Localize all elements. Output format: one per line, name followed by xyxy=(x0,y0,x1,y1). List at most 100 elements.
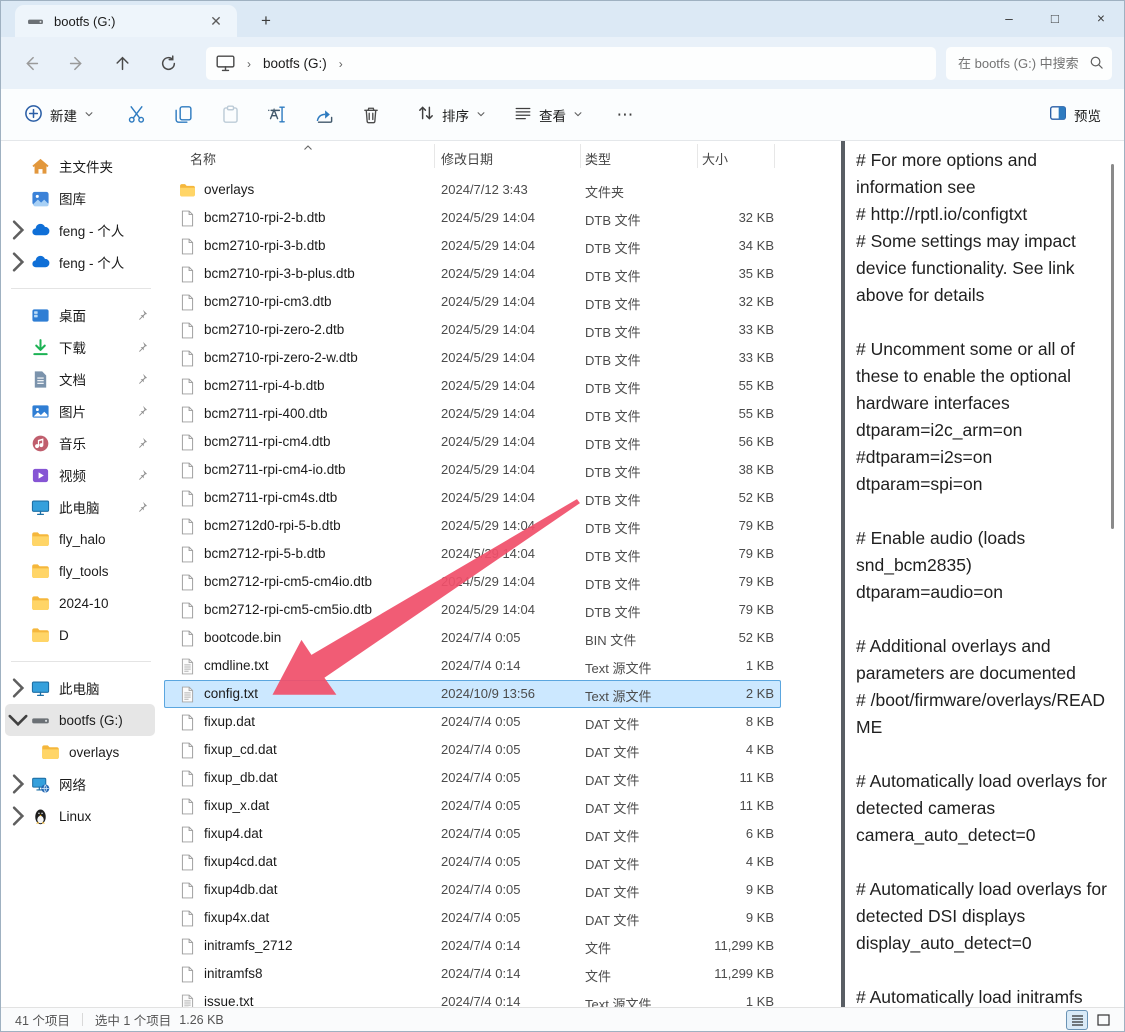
column-separator[interactable] xyxy=(580,144,581,168)
file-row[interactable]: bcm2711-rpi-cm4.dtb2024/5/29 14:04DTB 文件… xyxy=(164,428,781,456)
column-separator[interactable] xyxy=(774,144,775,168)
file-row[interactable]: bcm2710-rpi-cm3.dtb2024/5/29 14:04DTB 文件… xyxy=(164,288,781,316)
tab-bootfs[interactable]: bootfs (G:) ✕ xyxy=(15,5,237,37)
file-row[interactable]: cmdline.txt2024/7/4 0:14Text 源文件1 KB xyxy=(164,652,781,680)
column-separator[interactable] xyxy=(434,144,435,168)
share-button[interactable] xyxy=(305,97,343,133)
sidebar-item-D[interactable]: D xyxy=(5,619,155,651)
sidebar-item-此电脑[interactable]: 此电脑 xyxy=(5,491,155,523)
chevron-right-icon[interactable] xyxy=(5,803,31,829)
sidebar-item-音乐[interactable]: 音乐 xyxy=(5,427,155,459)
file-row[interactable]: bcm2711-rpi-4-b.dtb2024/5/29 14:04DTB 文件… xyxy=(164,372,781,400)
file-row[interactable]: initramfs_27122024/7/4 0:14文件11,299 KB xyxy=(164,932,781,960)
sidebar-item-fly_tools[interactable]: fly_tools xyxy=(5,555,155,587)
sidebar-item-bootfs (G:)[interactable]: bootfs (G:) xyxy=(5,704,155,736)
breadcrumb-drive[interactable]: bootfs (G:) xyxy=(263,56,327,71)
chevron-down-icon[interactable] xyxy=(5,707,31,733)
view-button[interactable]: 查看 xyxy=(505,97,592,133)
file-row[interactable]: initramfs82024/7/4 0:14文件11,299 KB xyxy=(164,960,781,988)
new-button[interactable]: 新建 xyxy=(15,97,103,133)
sidebar-item-此电脑[interactable]: 此电脑 xyxy=(5,672,155,704)
column-header-size[interactable]: 大小 xyxy=(702,149,728,168)
view-lines-icon xyxy=(514,104,532,125)
file-row[interactable]: fixup_x.dat2024/7/4 0:05DAT 文件11 KB xyxy=(164,792,781,820)
file-row[interactable]: fixup_db.dat2024/7/4 0:05DAT 文件11 KB xyxy=(164,764,781,792)
close-button[interactable]: × xyxy=(1078,1,1124,35)
file-row[interactable]: fixup4db.dat2024/7/4 0:05DAT 文件9 KB xyxy=(164,876,781,904)
chevron-right-icon[interactable] xyxy=(5,771,31,797)
file-row[interactable]: bcm2711-rpi-cm4s.dtb2024/5/29 14:04DTB 文… xyxy=(164,484,781,512)
search-input[interactable] xyxy=(958,56,1089,71)
chevron-right-icon[interactable] xyxy=(5,217,31,243)
file-row[interactable]: issue.txt2024/7/4 0:14Text 源文件1 KB xyxy=(164,988,781,1007)
column-header-date[interactable]: 修改日期 xyxy=(441,149,493,168)
sidebar-item-桌面[interactable]: 桌面 xyxy=(5,299,155,331)
back-icon[interactable] xyxy=(13,46,47,80)
forward-icon[interactable] xyxy=(60,46,94,80)
maximize-button[interactable]: □ xyxy=(1032,1,1078,35)
file-size: 79 KB xyxy=(682,546,774,561)
sidebar-item-文档[interactable]: 文档 xyxy=(5,363,155,395)
sidebar-item-label: 图片 xyxy=(59,401,86,421)
sidebar-item-图片[interactable]: 图片 xyxy=(5,395,155,427)
more-options-icon[interactable]: ⋯ xyxy=(606,97,644,133)
sidebar-item-下载[interactable]: 下载 xyxy=(5,331,155,363)
file-row[interactable]: fixup4x.dat2024/7/4 0:05DAT 文件9 KB xyxy=(164,904,781,932)
sidebar-item-feng - 个人[interactable]: feng - 个人 xyxy=(5,214,155,246)
file-row[interactable]: bcm2712d0-rpi-5-b.dtb2024/5/29 14:04DTB … xyxy=(164,512,781,540)
details-view-icon[interactable] xyxy=(1066,1010,1088,1030)
file-row[interactable]: bcm2712-rpi-5-b.dtb2024/5/29 14:04DTB 文件… xyxy=(164,540,781,568)
copy-button[interactable] xyxy=(164,97,202,133)
file-row[interactable]: fixup4.dat2024/7/4 0:05DAT 文件6 KB xyxy=(164,820,781,848)
chevron-right-icon[interactable] xyxy=(5,249,31,275)
tab-close-icon[interactable]: ✕ xyxy=(205,10,227,32)
preview-scrollbar[interactable] xyxy=(1111,164,1114,529)
paste-button[interactable] xyxy=(211,97,249,133)
up-icon[interactable] xyxy=(105,46,139,80)
file-row[interactable]: bcm2710-rpi-3-b.dtb2024/5/29 14:04DTB 文件… xyxy=(164,232,781,260)
sort-button[interactable]: 排序 xyxy=(408,97,495,133)
file-row[interactable]: bcm2710-rpi-3-b-plus.dtb2024/5/29 14:04D… xyxy=(164,260,781,288)
preview-line: snd_bcm2835) xyxy=(856,552,1104,579)
file-row[interactable]: bootcode.bin2024/7/4 0:05BIN 文件52 KB xyxy=(164,624,781,652)
file-row[interactable]: bcm2712-rpi-cm5-cm4io.dtb2024/5/29 14:04… xyxy=(164,568,781,596)
file-name: fixup.dat xyxy=(204,714,255,729)
sidebar-item-overlays[interactable]: overlays xyxy=(5,736,155,768)
file-row[interactable]: fixup_cd.dat2024/7/4 0:05DAT 文件4 KB xyxy=(164,736,781,764)
sidebar-item-feng - 个人[interactable]: feng - 个人 xyxy=(5,246,155,278)
column-separator[interactable] xyxy=(697,144,698,168)
chevron-right-icon[interactable] xyxy=(5,675,31,701)
minimize-button[interactable]: – xyxy=(986,1,1032,35)
file-row[interactable]: fixup.dat2024/7/4 0:05DAT 文件8 KB xyxy=(164,708,781,736)
rename-button[interactable] xyxy=(258,97,296,133)
file-row[interactable]: config.txt2024/10/9 13:56Text 源文件2 KB xyxy=(164,680,781,708)
preview-toggle-button[interactable]: 预览 xyxy=(1040,97,1110,133)
sidebar-item-Linux[interactable]: Linux xyxy=(5,800,155,832)
large-icons-view-icon[interactable] xyxy=(1092,1010,1114,1030)
file-row[interactable]: bcm2710-rpi-zero-2.dtb2024/5/29 14:04DTB… xyxy=(164,316,781,344)
file-row[interactable]: overlays2024/7/12 3:43文件夹 xyxy=(164,176,781,204)
file-icon xyxy=(179,322,196,339)
refresh-icon[interactable] xyxy=(151,46,185,80)
file-row[interactable]: bcm2710-rpi-zero-2-w.dtb2024/5/29 14:04D… xyxy=(164,344,781,372)
file-row[interactable]: bcm2712-rpi-cm5-cm5io.dtb2024/5/29 14:04… xyxy=(164,596,781,624)
file-row[interactable]: bcm2710-rpi-2-b.dtb2024/5/29 14:04DTB 文件… xyxy=(164,204,781,232)
new-tab-button[interactable]: + xyxy=(253,9,279,33)
sidebar-item-图库[interactable]: 图库 xyxy=(5,182,155,214)
sidebar-item-网络[interactable]: 网络 xyxy=(5,768,155,800)
search-icon[interactable] xyxy=(1089,55,1104,73)
file-row[interactable]: fixup4cd.dat2024/7/4 0:05DAT 文件4 KB xyxy=(164,848,781,876)
column-header-type[interactable]: 类型 xyxy=(585,149,611,168)
file-row[interactable]: bcm2711-rpi-400.dtb2024/5/29 14:04DTB 文件… xyxy=(164,400,781,428)
delete-button[interactable] xyxy=(352,97,390,133)
sidebar-item-fly_halo[interactable]: fly_halo xyxy=(5,523,155,555)
column-header-name[interactable]: 名称 xyxy=(190,149,216,168)
cut-button[interactable] xyxy=(117,97,155,133)
sidebar-item-视频[interactable]: 视频 xyxy=(5,459,155,491)
sidebar-item-2024-10[interactable]: 2024-10 xyxy=(5,587,155,619)
new-button-label: 新建 xyxy=(50,105,77,125)
sidebar-item-主文件夹[interactable]: 主文件夹 xyxy=(5,150,155,182)
file-row[interactable]: bcm2711-rpi-cm4-io.dtb2024/5/29 14:04DTB… xyxy=(164,456,781,484)
file-size: 38 KB xyxy=(682,462,774,477)
this-pc-icon[interactable] xyxy=(216,55,235,72)
